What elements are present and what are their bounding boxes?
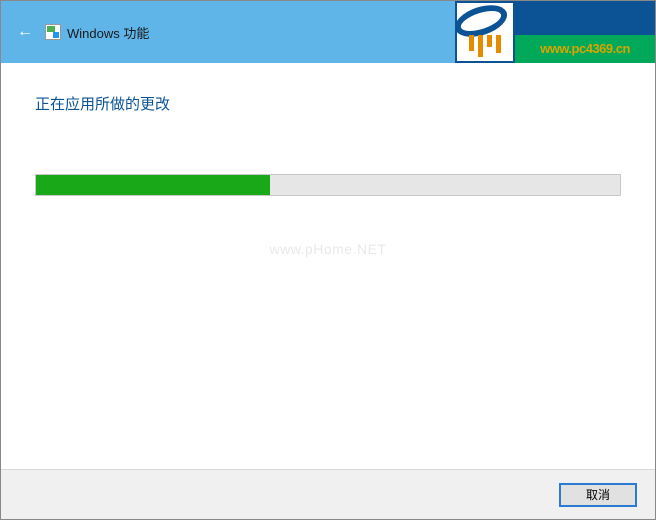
site-logo: www.pc4369.cn [455,1,655,63]
logo-url: www.pc4369.cn [515,35,655,63]
cancel-button[interactable]: 取消 [559,483,637,507]
titlebar: ← Windows 功能 www.pc4369.cn [1,1,655,63]
windows-features-icon [45,24,61,40]
back-arrow-icon[interactable]: ← [15,22,35,42]
watermark-text: www.pHome.NET [270,241,387,257]
progress-fill [36,175,270,195]
status-heading: 正在应用所做的更改 [35,93,621,114]
logo-text-block: www.pc4369.cn [515,1,655,63]
progress-bar [35,174,621,196]
window-title: Windows 功能 [67,23,149,42]
footer-bar: 取消 [1,469,655,519]
logo-graphic [455,1,515,63]
content-area: 正在应用所做的更改 [1,63,655,196]
